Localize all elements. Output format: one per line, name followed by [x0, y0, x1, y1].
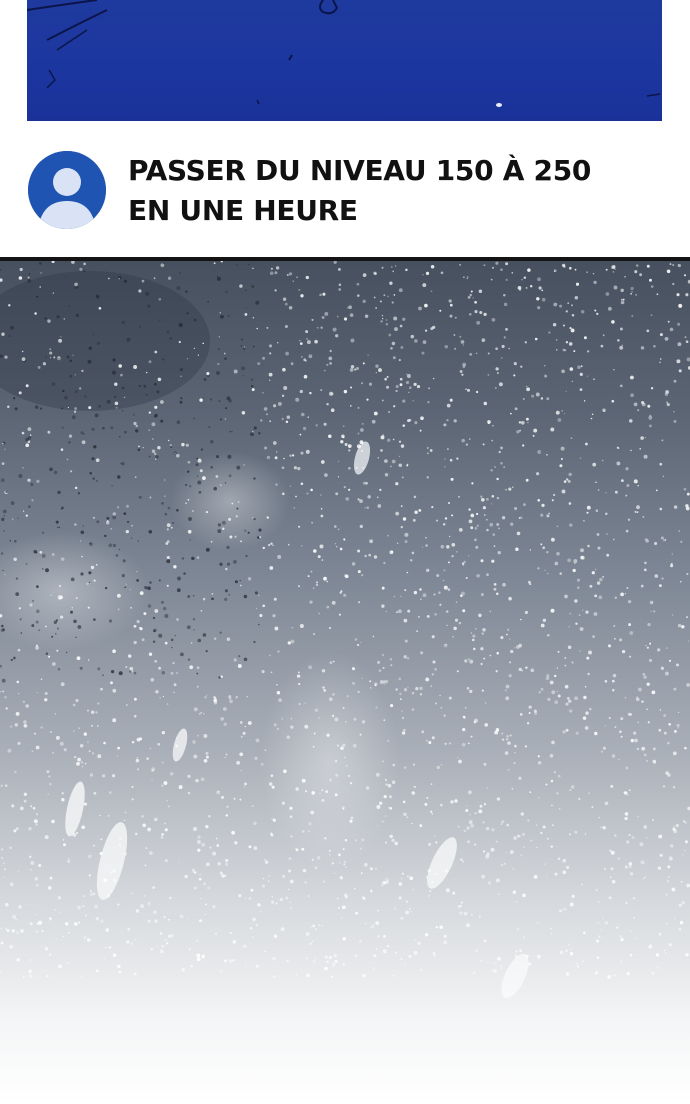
- post-title: PASSER DU NIVEAU 150 À 250 EN UNE HEURE: [128, 151, 648, 231]
- avatar-silhouette: [28, 151, 106, 229]
- comic-panel-top: [27, 0, 662, 121]
- post-title-line-1: PASSER DU NIVEAU 150 À 250: [128, 154, 592, 187]
- post-title-line-2: EN UNE HEURE: [128, 194, 358, 227]
- post-header: PASSER DU NIVEAU 150 À 250 EN UNE HEURE: [0, 121, 690, 258]
- panel-ink-strokes: [27, 0, 661, 107]
- snow-particles: [0, 261, 690, 999]
- user-avatar-icon[interactable]: [28, 151, 106, 229]
- comic-panel-snow-scene: [0, 261, 690, 1104]
